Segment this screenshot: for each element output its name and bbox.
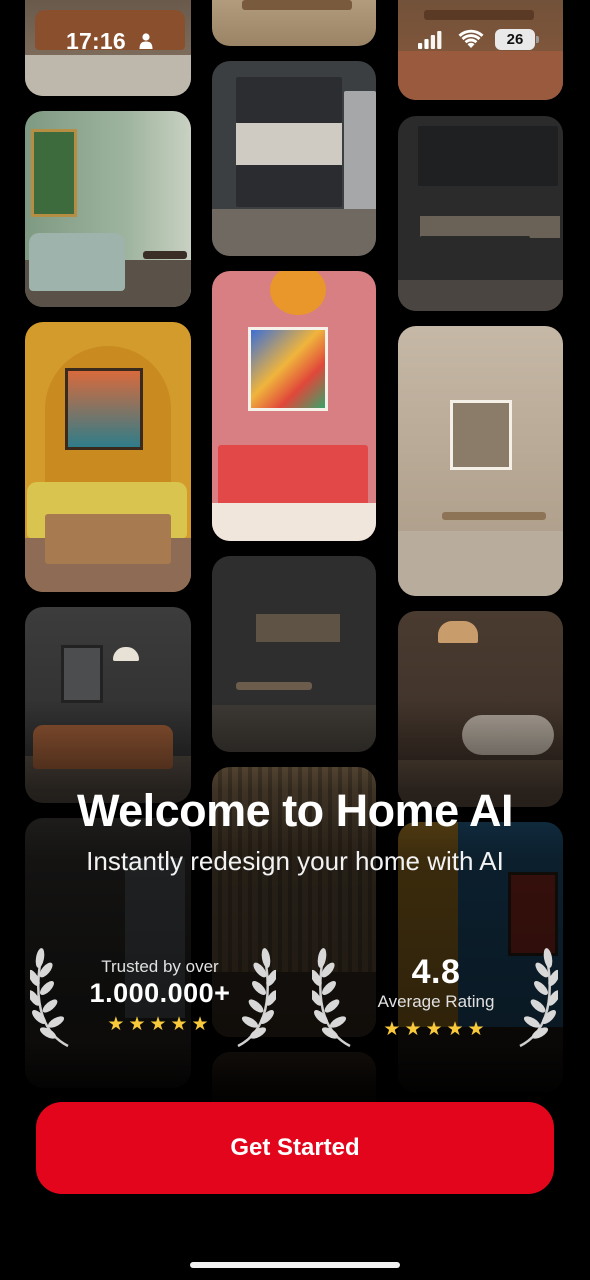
users-stat-value: 1.000.000+ xyxy=(89,978,231,1008)
get-started-button[interactable]: Get Started xyxy=(36,1102,554,1194)
rating-stat-caption: Average Rating xyxy=(377,992,495,1011)
signal-icon xyxy=(418,31,442,49)
battery-icon: 26 xyxy=(495,29,535,50)
status-bar: 17:16 26 xyxy=(0,0,590,80)
users-stat-caption: Trusted by over xyxy=(101,957,219,976)
status-time: 17:16 xyxy=(66,28,126,54)
laurel-right-icon xyxy=(519,948,558,1048)
wifi-icon xyxy=(458,29,484,48)
rating-stat-value: 4.8 xyxy=(411,953,461,991)
gallery-fade-overlay xyxy=(0,0,590,1280)
rating-stat: 4.8 Average Rating ★★★★★ xyxy=(356,953,516,1041)
rating-stat-stars: ★★★★★ xyxy=(383,1019,489,1040)
get-started-label: Get Started xyxy=(230,1134,360,1161)
users-stat: Trusted by over 1.000.000+ ★★★★★ xyxy=(70,957,250,1036)
person-icon xyxy=(139,33,153,49)
laurel-left-icon xyxy=(312,948,351,1048)
home-indicator[interactable] xyxy=(190,1262,400,1268)
welcome-title: Welcome to Home AI xyxy=(76,785,514,836)
laurel-right-icon xyxy=(237,948,276,1048)
welcome-subtitle: Instantly redesign your home with AI xyxy=(86,846,504,876)
battery-level: 26 xyxy=(506,31,524,48)
battery-nub xyxy=(536,36,539,43)
users-stat-stars: ★★★★★ xyxy=(107,1014,213,1035)
